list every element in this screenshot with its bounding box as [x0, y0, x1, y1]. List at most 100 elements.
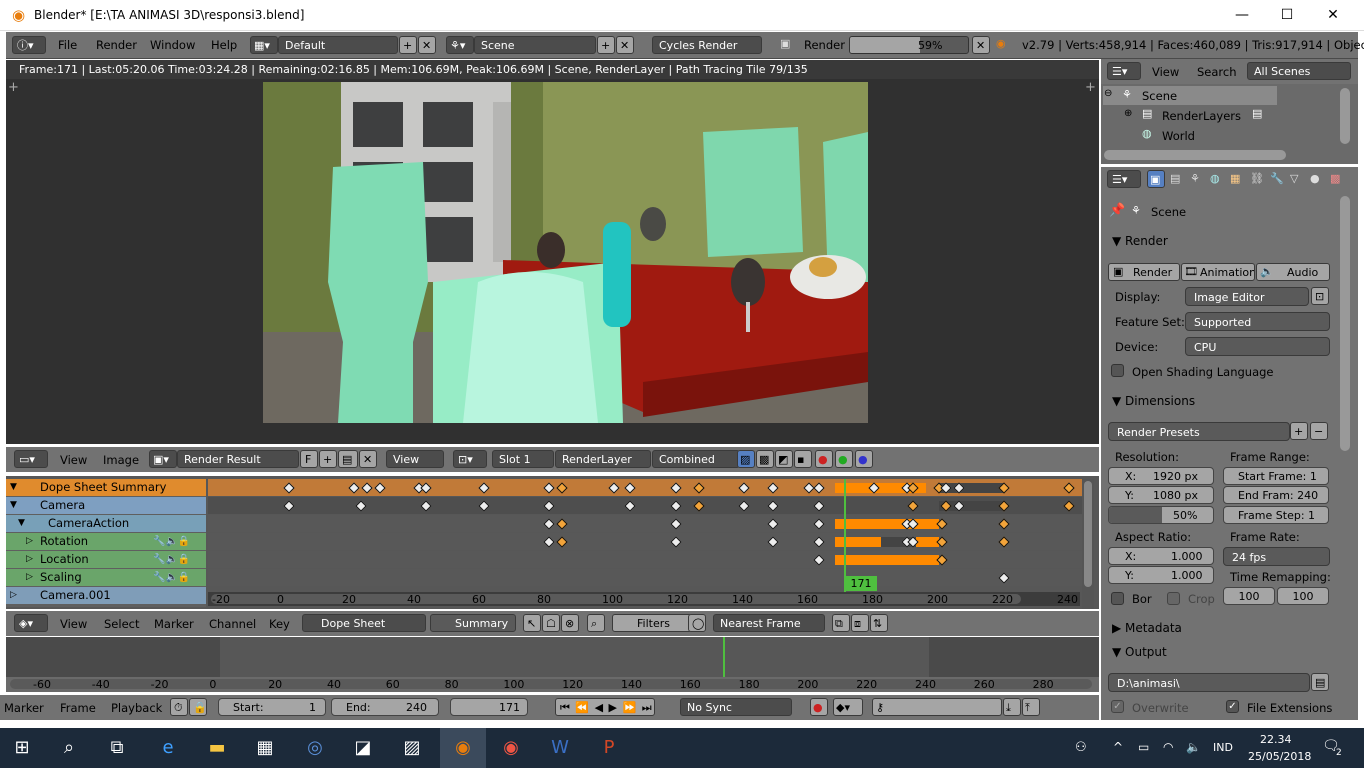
zoom-icon[interactable]: ⌕	[587, 614, 605, 632]
volume-icon[interactable]: 🔈	[1186, 740, 1201, 754]
render-panel-header[interactable]: ▼ Render	[1112, 234, 1168, 248]
menu-file[interactable]: File	[58, 38, 77, 52]
pin-icon[interactable]: 📌	[1109, 203, 1125, 218]
keying-set-icon[interactable]: ◆▾	[833, 698, 863, 716]
menu-frame[interactable]: Frame	[60, 701, 96, 715]
lock-range-icon[interactable]: 🔒	[189, 698, 207, 716]
keying-set-field[interactable]: ⚷	[872, 698, 1002, 716]
unlink-image-button[interactable]: ✕	[359, 450, 377, 468]
delete-keyframe-icon[interactable]: ⤒	[1022, 698, 1040, 716]
keyframe-row[interactable]	[208, 533, 1082, 550]
store-icon[interactable]: ▦	[245, 732, 285, 764]
image-viewer-icon[interactable]: ▨	[392, 732, 432, 764]
editor-type-button[interactable]: ☰▾	[1107, 170, 1141, 188]
app-icon[interactable]: ◎	[295, 732, 335, 764]
device-select[interactable]: CPU	[1185, 337, 1330, 356]
modifiers-tab-icon[interactable]: 🔧	[1270, 172, 1284, 185]
start-frame-prop[interactable]: Start Frame: 1	[1223, 467, 1329, 485]
image-name-field[interactable]: Render Result	[177, 450, 299, 468]
people-icon[interactable]: ⚇	[1075, 740, 1087, 755]
properties-scrollbar[interactable]	[1340, 196, 1350, 451]
render-layers-tab-icon[interactable]: ▤	[1170, 172, 1180, 185]
border-checkbox[interactable]	[1111, 592, 1124, 605]
menu-view[interactable]: View	[60, 453, 87, 467]
dimensions-panel-header[interactable]: ▼ Dimensions	[1112, 394, 1195, 408]
end-frame-prop[interactable]: End Fram: 240	[1223, 486, 1329, 504]
frame-step-prop[interactable]: Frame Step: 1	[1223, 506, 1329, 524]
menu-view[interactable]: View	[1152, 65, 1179, 79]
channel-toggle-icons[interactable]: 🔧🔈🔒	[153, 569, 190, 586]
clock-time[interactable]: 22.34	[1260, 733, 1292, 746]
scene-tab-icon[interactable]: ⚘	[1190, 172, 1200, 185]
editor-type-button[interactable]: ☰▾	[1107, 62, 1141, 80]
menu-select[interactable]: Select	[104, 617, 139, 631]
paste-keys-icon[interactable]: ⧈	[851, 614, 869, 632]
red-channel-icon[interactable]: ●	[815, 450, 833, 468]
expand-arrow-icon[interactable]: ▼	[10, 479, 17, 496]
editor-type-button[interactable]: ⓘ▾	[12, 36, 46, 54]
preview-range-icon[interactable]: ⏱	[170, 698, 188, 716]
constraints-tab-icon[interactable]: ⛓	[1250, 172, 1264, 185]
aspect-y-field[interactable]: Y: 1.000	[1108, 566, 1214, 584]
channel-row[interactable]: ▷ Camera.001	[6, 587, 206, 604]
scene-icon[interactable]: ⚘▾	[446, 36, 474, 54]
resolution-x-field[interactable]: X: 1920 px	[1108, 467, 1214, 485]
screen-layout-field[interactable]: Default	[278, 36, 398, 54]
render-presets-select[interactable]: Render Presets	[1108, 422, 1290, 441]
output-panel-header[interactable]: ▼ Output	[1112, 645, 1167, 659]
expand-arrow-icon[interactable]: ▷	[10, 587, 17, 604]
view-select[interactable]: View	[386, 450, 444, 468]
resolution-y-field[interactable]: Y: 1080 px	[1108, 486, 1214, 504]
add-scene-button[interactable]: +	[597, 36, 615, 54]
texture-tab-icon[interactable]: ▩	[1330, 172, 1340, 185]
proportional-icon[interactable]: ◯	[688, 614, 706, 632]
image-browse-icon[interactable]: ▣▾	[149, 450, 177, 468]
show-hidden-icons[interactable]: ^	[1113, 740, 1123, 754]
minimize-button[interactable]: —	[1219, 0, 1265, 31]
crop-checkbox[interactable]	[1167, 592, 1180, 605]
editor-type-button[interactable]: ▭▾	[14, 450, 48, 468]
channel-toggle-icons[interactable]: 🔧🔈🔒	[153, 551, 190, 568]
corner-plus-icon[interactable]: +	[1085, 80, 1096, 95]
edge-browser-icon[interactable]: e	[148, 732, 188, 764]
powerpoint-icon[interactable]: P	[589, 732, 629, 764]
output-path-field[interactable]: D:\animasi\	[1108, 673, 1310, 692]
corner-plus-icon[interactable]: +	[8, 80, 19, 95]
blender-taskbar-icon[interactable]: ◉	[443, 732, 483, 764]
paste-flipped-icon[interactable]: ⇅	[870, 614, 888, 632]
open-image-icon[interactable]: ▤	[338, 450, 358, 468]
start-menu-icon[interactable]: ⊞	[2, 732, 42, 764]
playback-controls[interactable]: ⏮ ⏪ ◀ ▶ ⏩ ⏭	[555, 698, 655, 716]
menu-playback[interactable]: Playback	[111, 701, 162, 715]
object-tab-icon[interactable]: ▦	[1230, 172, 1240, 185]
copy-keys-icon[interactable]: ⧉	[832, 614, 850, 632]
channel-row[interactable]: ▼ CameraAction	[6, 515, 206, 532]
new-image-button[interactable]: +	[319, 450, 337, 468]
expand-arrow-icon[interactable]: ▷	[26, 533, 33, 550]
display-select[interactable]: Image Editor	[1185, 287, 1309, 306]
maximize-button[interactable]: ☐	[1264, 0, 1310, 31]
start-frame-field[interactable]: Start: 1	[218, 698, 326, 716]
end-frame-field[interactable]: End: 240	[331, 698, 439, 716]
alpha-checker-icon[interactable]: ▩	[756, 450, 774, 468]
ghost-icon[interactable]: ☖	[542, 614, 560, 632]
world-tab-icon[interactable]: ◍	[1210, 172, 1220, 185]
expand-arrow-icon[interactable]: ▼	[18, 515, 25, 532]
render-tab-icon[interactable]: ▣	[1147, 170, 1165, 188]
color-alpha-icon[interactable]: ▨	[737, 450, 755, 468]
frame-rate-select[interactable]: 24 fps	[1223, 547, 1330, 566]
file-explorer-icon[interactable]: ▬	[197, 732, 237, 764]
resolution-percent-slider[interactable]: 50%	[1108, 506, 1214, 524]
menu-search[interactable]: Search	[1197, 65, 1237, 79]
close-button[interactable]: ✕	[1310, 0, 1356, 31]
menu-key[interactable]: Key	[269, 617, 290, 631]
time-remap-old-field[interactable]: 100	[1223, 587, 1275, 605]
channel-toggle-icons[interactable]: 🔧🔈🔒	[153, 533, 190, 550]
errors-icon[interactable]: ⊗	[561, 614, 579, 632]
outliner-item-world[interactable]: World	[1162, 129, 1195, 143]
menu-marker[interactable]: Marker	[154, 617, 194, 631]
timeline-editor[interactable]	[6, 637, 1099, 677]
slot-select[interactable]: Slot 1	[492, 450, 554, 468]
language-indicator[interactable]: IND	[1213, 741, 1233, 754]
render-layer-select[interactable]: RenderLayer	[555, 450, 651, 468]
